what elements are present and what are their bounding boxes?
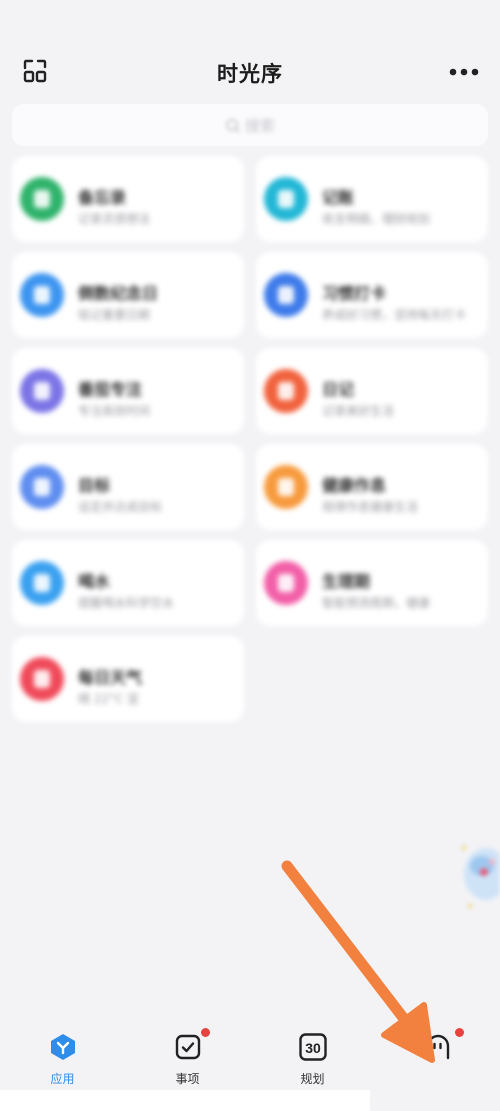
app-desc: 晴 22°C 宜 xyxy=(78,692,140,706)
calendar-day-number: 30 xyxy=(305,1040,321,1056)
search-icon xyxy=(226,119,241,134)
tab-todo[interactable]: 事项 xyxy=(125,1028,250,1092)
app-name: 生理期 xyxy=(322,572,371,591)
apps-icon xyxy=(50,1034,75,1060)
bottom-strip xyxy=(0,1090,370,1111)
app-name: 倒数纪念日 xyxy=(78,284,159,303)
app-desc: 记录灵感想法 xyxy=(78,212,151,226)
app-name: 每日天气 xyxy=(78,668,143,687)
app-card-memo[interactable]: 备忘录 记录灵感想法 xyxy=(12,156,244,242)
profile-face-icon xyxy=(426,1034,449,1060)
app-desc: 养成好习惯，坚持每天打卡 xyxy=(322,308,467,322)
app-card-water[interactable]: 喝水 提醒喝水科学饮水 xyxy=(12,540,244,626)
app-name: 目标 xyxy=(78,476,111,495)
app-card-accounting[interactable]: 记账 收支明细，理财规划 xyxy=(256,156,488,242)
health-icon xyxy=(264,465,308,509)
target-icon xyxy=(20,465,64,509)
tab-icon-wrap xyxy=(423,1028,464,1062)
note-icon xyxy=(20,177,64,221)
tab-icon-wrap xyxy=(173,1028,210,1062)
app-card-weather[interactable]: 每日天气 晴 22°C 宜 xyxy=(12,636,244,722)
app-name: 番茄专注 xyxy=(78,380,143,399)
notification-badge xyxy=(200,1028,210,1037)
app-card-health[interactable]: 健康作息 规律作息健康生活 xyxy=(256,444,488,530)
calendar-icon xyxy=(20,273,64,317)
app-name: 喝水 xyxy=(78,572,111,591)
top-bar: 时光序 xyxy=(0,48,500,100)
hourglass-icon xyxy=(20,369,64,413)
tab-apps[interactable]: 应用 xyxy=(0,1032,125,1092)
bottom-tab-bar: 应用 事项 30 规划 xyxy=(0,1020,500,1092)
todo-check-icon xyxy=(175,1034,200,1060)
app-desc: 铭记重要日期 xyxy=(78,308,151,322)
app-name: 备忘录 xyxy=(78,188,127,207)
app-card-diary[interactable]: 日记 记录美好生活 xyxy=(256,348,488,434)
tab-label: 应用 xyxy=(50,1072,75,1086)
notification-badge xyxy=(454,1028,464,1037)
weather-icon xyxy=(20,657,64,701)
more-icon[interactable] xyxy=(448,60,480,84)
app-desc: 智能预测周期，健康 xyxy=(322,596,431,610)
calendar-30-icon: 30 xyxy=(298,1033,327,1061)
wallet-icon xyxy=(264,177,308,221)
app-card-goal[interactable]: 目标 设定并达成目标 xyxy=(12,444,244,530)
water-icon xyxy=(20,561,64,605)
app-card-period[interactable]: 生理期 智能预测周期，健康 xyxy=(256,540,488,626)
app-name: 习惯打卡 xyxy=(322,284,387,303)
diary-icon xyxy=(264,369,308,413)
habit-icon xyxy=(264,273,308,317)
app-desc: 专注高效时间 xyxy=(78,404,151,418)
app-desc: 提醒喝水科学饮水 xyxy=(78,596,175,610)
app-desc: 记录美好生活 xyxy=(322,404,395,418)
tab-label: 事项 xyxy=(175,1072,200,1086)
floating-mascot-widget[interactable] xyxy=(452,836,500,914)
app-name: 日记 xyxy=(322,380,355,399)
app-desc: 规律作息健康生活 xyxy=(322,500,419,514)
app-name: 健康作息 xyxy=(322,476,387,495)
tab-label: 规划 xyxy=(300,1072,325,1086)
tab-plan[interactable]: 30 规划 xyxy=(250,1032,375,1092)
cycle-icon xyxy=(264,561,308,605)
app-card-pomodoro[interactable]: 番茄专注 专注高效时间 xyxy=(12,348,244,434)
app-desc: 设定并达成目标 xyxy=(78,500,163,514)
app-card-habit[interactable]: 习惯打卡 养成好习惯，坚持每天打卡 xyxy=(256,252,488,338)
tab-profile[interactable] xyxy=(375,1028,500,1092)
app-name: 记账 xyxy=(322,188,355,207)
app-desc: 收支明细，理财规划 xyxy=(322,212,431,226)
page-title: 时光序 xyxy=(217,62,283,86)
app-card-countdown[interactable]: 倒数纪念日 铭记重要日期 xyxy=(12,252,244,338)
search-placeholder: 搜索 xyxy=(244,117,275,135)
search-bar[interactable]: 搜索 xyxy=(12,104,488,146)
